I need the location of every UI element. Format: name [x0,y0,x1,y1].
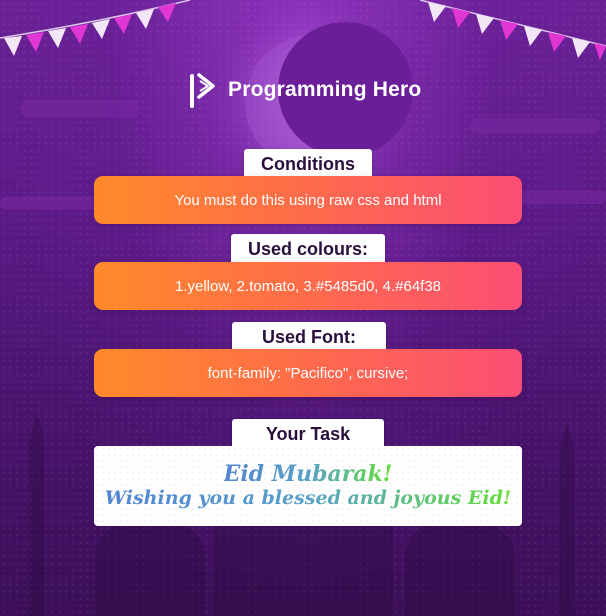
cloud-left [20,100,140,118]
eid-banner: Programming Hero Conditions You must do … [0,0,606,616]
colours-heading: Used colours: [231,234,385,264]
task-preview: Eid Mubarak! Wishing you a blessed and j… [94,446,522,526]
task-heading: Your Task [232,419,384,449]
bunting-left [4,3,176,56]
conditions-text: You must do this using raw css and html [94,176,522,224]
font-text: font-family: "Pacifico", cursive; [94,349,522,397]
brand-name: Programming Hero [228,78,422,101]
brand-logo: Programming Hero [188,70,421,110]
eid-wish: Wishing you a blessed and joyous Eid! [104,487,512,509]
play-p-icon [190,73,215,108]
conditions-heading: Conditions [244,149,372,179]
cloud-right [470,118,600,134]
bunting-flags [0,0,606,60]
colours-text: 1.yellow, 2.tomato, 3.#5485d0, 4.#64f38 [94,262,522,310]
eid-greeting: Eid Mubarak! [223,461,393,487]
bunting-right [428,2,606,60]
font-heading: Used Font: [232,322,386,352]
